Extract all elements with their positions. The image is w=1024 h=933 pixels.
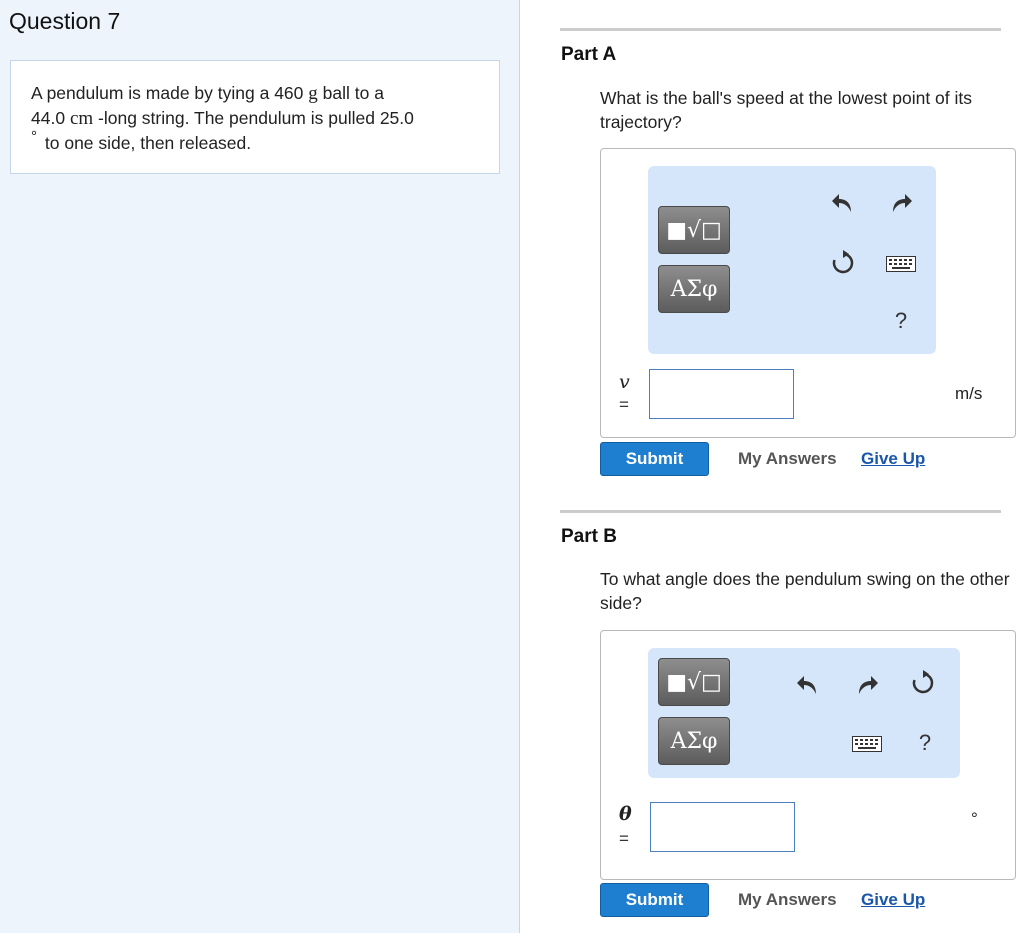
- part-b-templates-button[interactable]: ■√□: [658, 658, 730, 706]
- part-a-variable: v: [619, 371, 630, 393]
- problem-text-4: to one side, then released.: [44, 133, 252, 153]
- part-a-answer-box: ■√□ ΑΣφ ? v = m/s: [600, 148, 1016, 438]
- part-a-question: What is the ball's speed at the lowest p…: [600, 88, 973, 132]
- part-b-variable: θ: [619, 803, 632, 825]
- problem-statement: A pendulum is made by tying a 460 g ball…: [10, 60, 500, 174]
- question-title: Question 7: [9, 8, 121, 34]
- part-a-toolbar: ■√□ ΑΣφ ?: [648, 166, 936, 354]
- part-a-answer-input[interactable]: [649, 369, 794, 419]
- part-b-question: To what angle does the pendulum swing on…: [600, 569, 1010, 613]
- mass-unit: g: [308, 83, 318, 104]
- length-unit: cm: [69, 108, 94, 129]
- part-b-toolbar: ■√□ ΑΣφ ?: [648, 648, 960, 778]
- part-a-divider: [560, 28, 1001, 31]
- part-a-unit: m/s: [955, 384, 983, 403]
- part-b-unit: °: [971, 809, 978, 828]
- reset-icon[interactable]: [828, 248, 858, 278]
- question-panel: Question 7 A pendulum is made by tying a…: [0, 0, 520, 933]
- part-b-answer-input[interactable]: [650, 802, 795, 852]
- problem-text-3: -long string. The pendulum is pulled 25.…: [98, 108, 414, 128]
- part-b-equals: =: [619, 829, 629, 848]
- undo-icon[interactable]: [828, 188, 858, 218]
- problem-text-2: ball to a: [322, 83, 384, 103]
- part-b-divider: [560, 510, 1001, 513]
- part-a-symbols-button[interactable]: ΑΣφ: [658, 265, 730, 313]
- part-b-my-answers-link[interactable]: My Answers: [738, 890, 837, 910]
- keyboard-icon[interactable]: [884, 252, 918, 276]
- part-a-templates-button[interactable]: ■√□: [658, 206, 730, 254]
- length-value: 44.0: [31, 108, 66, 128]
- part-b-give-up-link[interactable]: Give Up: [861, 890, 925, 910]
- part-a-my-answers-link[interactable]: My Answers: [738, 449, 837, 469]
- part-a-submit-button[interactable]: Submit: [600, 442, 709, 476]
- part-b-symbols-button[interactable]: ΑΣφ: [658, 717, 730, 765]
- help-icon[interactable]: ?: [912, 728, 938, 758]
- degree-symbol: °: [31, 128, 37, 145]
- redo-icon[interactable]: [886, 188, 916, 218]
- problem-text-1: A pendulum is made by tying a 460: [31, 83, 304, 103]
- part-b-answer-box: ■√□ ΑΣφ ? θ = °: [600, 630, 1016, 880]
- part-a-equals: =: [619, 395, 629, 414]
- redo-icon[interactable]: [852, 670, 882, 700]
- help-icon[interactable]: ?: [888, 306, 914, 336]
- undo-icon[interactable]: [793, 670, 823, 700]
- keyboard-icon[interactable]: [850, 732, 884, 756]
- reset-icon[interactable]: [908, 668, 938, 698]
- part-b-submit-button[interactable]: Submit: [600, 883, 709, 917]
- part-a-give-up-link[interactable]: Give Up: [861, 449, 925, 469]
- part-a-title: Part A: [561, 44, 617, 65]
- part-b-title: Part B: [561, 526, 617, 547]
